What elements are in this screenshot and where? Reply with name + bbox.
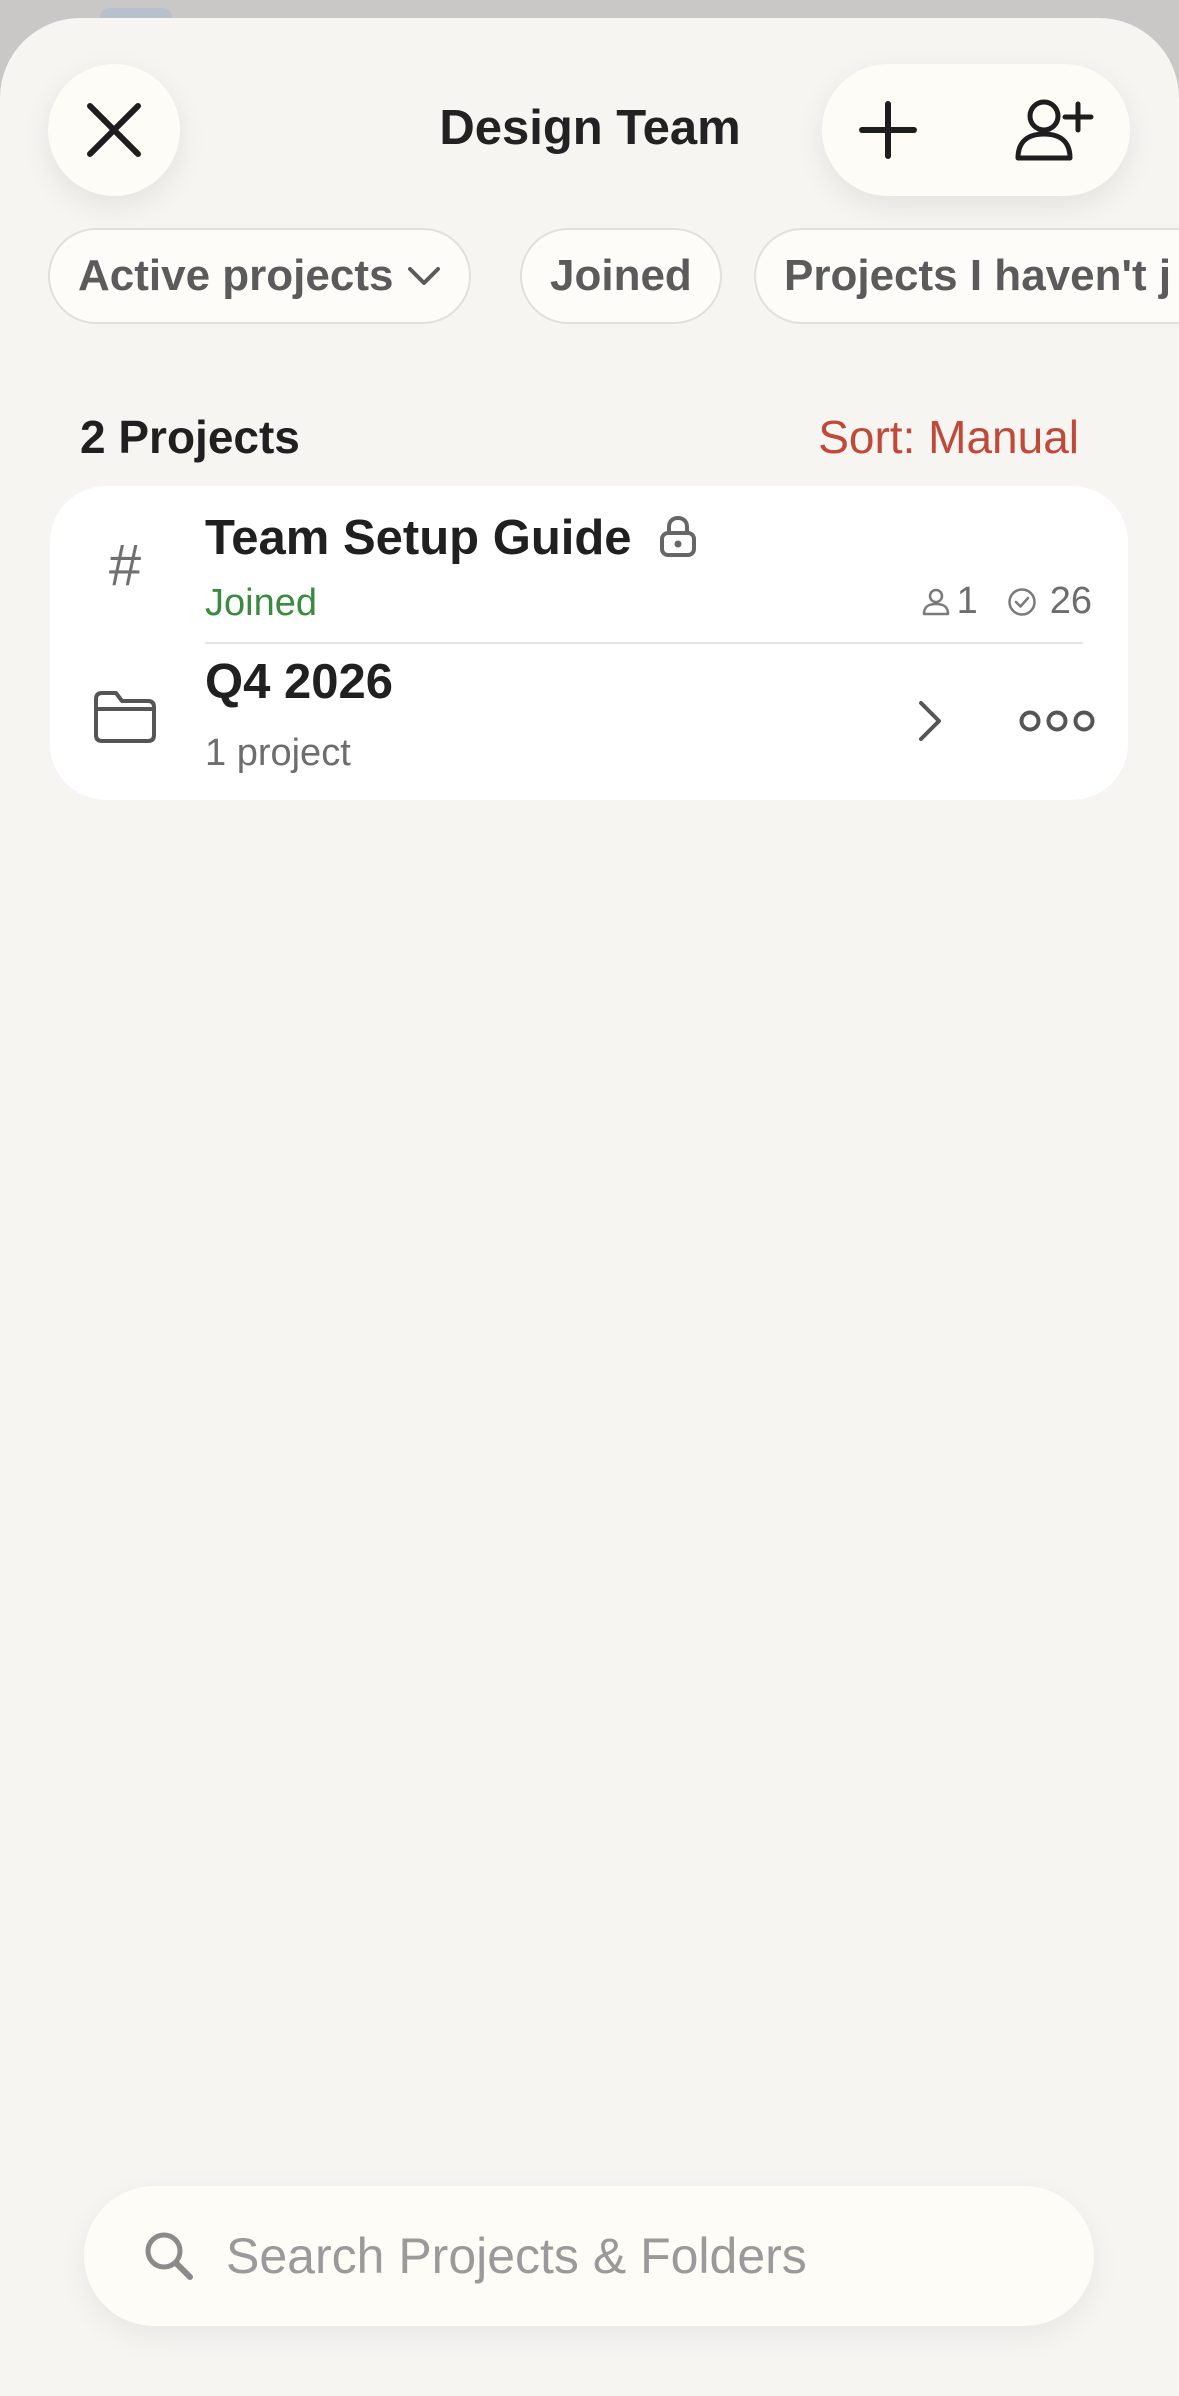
chevron-down-icon: [408, 267, 441, 285]
header-actions: [822, 64, 1130, 196]
filter-joined[interactable]: Joined: [520, 228, 722, 324]
search-icon: [145, 2232, 193, 2280]
filter-not-joined[interactable]: Projects I haven't j: [754, 228, 1179, 324]
folder-name: Q4 2026: [205, 655, 393, 709]
folder-more-button[interactable]: [1012, 686, 1102, 756]
open-folder-button[interactable]: [900, 686, 960, 756]
project-status: Joined: [205, 582, 317, 624]
hash-icon: #: [108, 532, 142, 598]
add-member-button[interactable]: [988, 64, 1120, 196]
check-circle-icon: [1007, 587, 1036, 616]
filter-chips: Active projects Joined Projects I haven'…: [48, 228, 1179, 332]
folder-icon: [90, 682, 160, 752]
project-stats: 1 26: [921, 580, 1092, 623]
filter-label: Projects I haven't j: [784, 251, 1172, 300]
close-icon: [87, 103, 141, 157]
list-item-project[interactable]: # Team Setup Guide Joined 1 26: [50, 486, 1128, 642]
more-horizontal-icon: [1019, 710, 1095, 732]
close-button[interactable]: [48, 64, 180, 196]
filter-label: Joined: [550, 251, 692, 300]
member-count: 1: [921, 580, 978, 623]
lock-icon: [660, 515, 697, 557]
filter-active-projects[interactable]: Active projects: [48, 228, 472, 324]
project-name: Team Setup Guide: [205, 511, 632, 565]
project-count: 2 Projects: [80, 411, 300, 463]
add-project-button[interactable]: [822, 64, 954, 196]
folder-subtitle: 1 project: [205, 732, 351, 774]
filter-label: Active projects: [78, 251, 394, 300]
search-input[interactable]: [224, 2226, 1008, 2286]
list-item-folder[interactable]: Q4 2026 1 project: [50, 642, 1128, 800]
person-icon: [922, 588, 949, 615]
add-person-icon: [1015, 99, 1094, 161]
task-count: 26: [1006, 580, 1092, 623]
project-list: # Team Setup Guide Joined 1 26 Q4 2026 1…: [50, 486, 1128, 800]
search-bar[interactable]: [84, 2186, 1094, 2326]
page-title: Design Team: [439, 101, 741, 155]
chevron-right-icon: [919, 701, 941, 741]
sort-button[interactable]: Sort: Manual: [818, 410, 1079, 464]
plus-icon: [859, 101, 917, 159]
team-projects-sheet: Design Team Active projects Joined Proje…: [0, 18, 1179, 2396]
